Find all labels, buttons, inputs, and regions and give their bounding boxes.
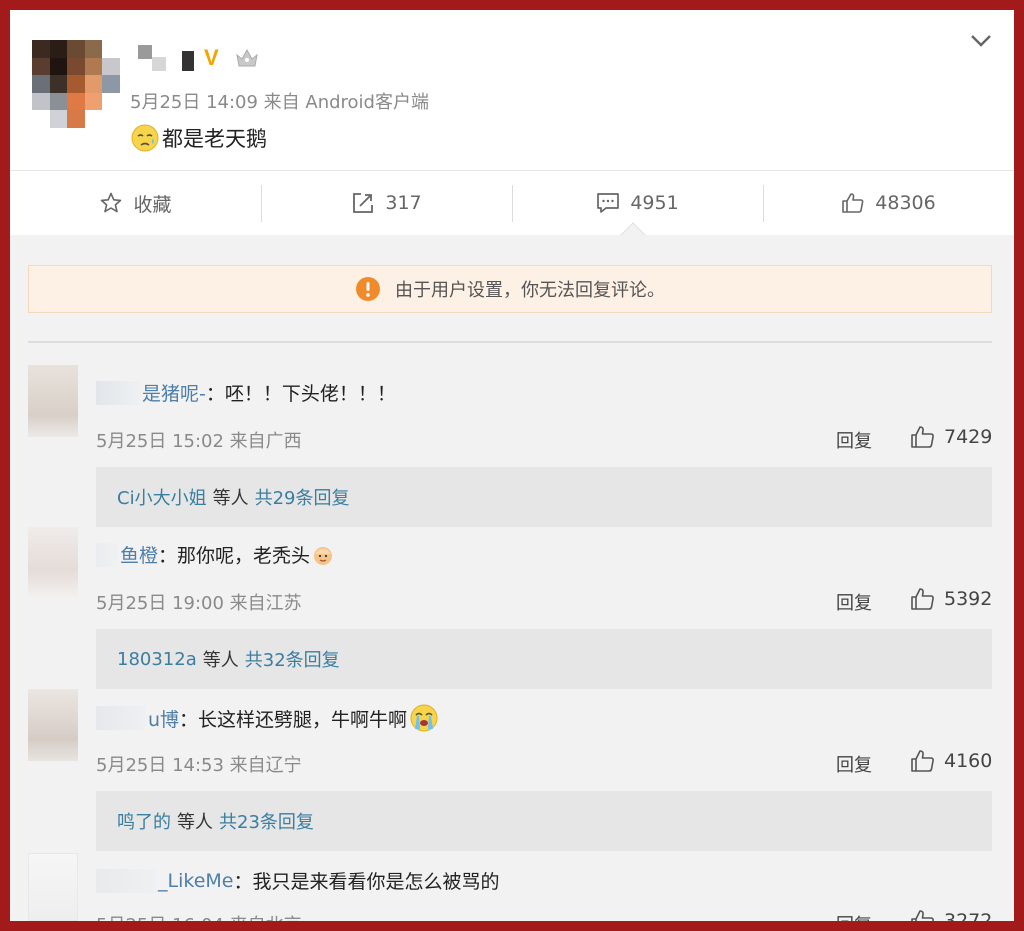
repost-count: 317 (385, 192, 422, 214)
comment-text: ：呸！！下头佬！！！ (205, 383, 396, 405)
sub-reply-count[interactable]: 共29条回复 (255, 484, 350, 510)
comment-meta: 5月25日 15:02 来自广西 (96, 431, 302, 452)
sub-replies[interactable]: Ci小大小姐 等人 共29条回复 (96, 467, 992, 527)
comment-like-count: 4160 (944, 750, 993, 772)
thumbs-up-icon (842, 193, 864, 213)
comment-line: 是猪呢- ：呸！！下头佬！！！ (96, 379, 396, 406)
thumbs-up-icon (911, 426, 934, 448)
reply-button[interactable]: 回复 (836, 911, 872, 921)
blurred-username (96, 706, 146, 730)
crown-icon (236, 48, 258, 67)
comment-meta: 5月25日 19:00 来自江苏 (96, 593, 302, 614)
post-text: 都是老天鹅 (162, 127, 267, 151)
sub-reply-count[interactable]: 共32条回复 (245, 646, 340, 672)
post-card: V 5月25日 14:09 来自 Android客户端 都是老天鹅 收藏 317… (10, 10, 1014, 235)
favorite-label: 收藏 (133, 193, 172, 216)
reply-button[interactable]: 回复 (836, 589, 872, 615)
verified-v-badge: V (204, 45, 219, 70)
commenter-name[interactable]: 是猪呢- (142, 379, 206, 406)
like-count: 48306 (875, 192, 936, 214)
comment-like-count: 3272 (944, 910, 993, 921)
comment-text: ：那你呢，老秃头 (158, 545, 311, 567)
divider (28, 341, 992, 343)
sub-reply-user[interactable]: 鸣了的 (117, 808, 171, 834)
weibo-post-page: V 5月25日 14:09 来自 Android客户端 都是老天鹅 收藏 317… (10, 10, 1014, 921)
comment-text: ：长这样还劈腿，牛啊牛啊 (179, 708, 408, 731)
sub-replies[interactable]: 鸣了的 等人 共23条回复 (96, 791, 992, 851)
commenter-avatar[interactable] (28, 527, 78, 599)
avatar[interactable] (32, 40, 120, 128)
repost-button[interactable]: 317 (261, 171, 512, 235)
comment-like-button[interactable]: 5392 (910, 587, 992, 611)
comment-line: 鱼橙 ：那你呢，老秃头 (96, 541, 334, 568)
reply-restricted-notice: 由于用户设置，你无法回复评论。 (28, 265, 992, 313)
blurred-username (132, 43, 196, 73)
favorite-button[interactable]: 收藏 (10, 171, 261, 235)
star-icon (101, 192, 122, 213)
comment-like-count: 7429 (944, 426, 993, 448)
sub-reply-user[interactable]: Ci小大小姐 (117, 484, 207, 510)
post-action-bar: 收藏 317 4951 48306 (10, 170, 1014, 235)
sub-reply-user[interactable]: 180312a (117, 649, 197, 670)
chevron-down-icon[interactable] (970, 34, 992, 48)
sub-reply-etc: 等人 (202, 650, 239, 671)
commenter-name[interactable]: _LikeMe (158, 870, 233, 892)
blurred-username (96, 380, 140, 405)
comment-button[interactable]: 4951 (512, 171, 763, 235)
comment-text: ：我只是来看看你是怎么被骂的 (233, 871, 500, 893)
notice-text: 由于用户设置，你无法回复评论。 (395, 280, 665, 301)
thumbs-up-icon (911, 910, 934, 921)
commenter-avatar[interactable] (28, 689, 78, 761)
comment-line: _LikeMe ：我只是来看看你是怎么被骂的 (96, 867, 499, 894)
blurred-username (96, 542, 118, 567)
comment-like-button[interactable]: 7429 (910, 425, 992, 449)
post-author-name[interactable]: V (132, 40, 260, 76)
thumbs-up-icon (911, 588, 934, 610)
like-button[interactable]: 48306 (763, 171, 1014, 235)
comment-meta: 5月25日 16:04 来自北京 (96, 911, 302, 921)
comment-like-button[interactable]: 3272 (910, 909, 992, 921)
reply-button[interactable]: 回复 (836, 751, 872, 777)
warning-icon (356, 277, 380, 301)
comment-count: 4951 (630, 192, 679, 214)
bald-head-emoji-icon (314, 546, 333, 565)
sad-emoji-icon (131, 124, 159, 152)
thumbs-up-icon (911, 750, 934, 772)
comment-icon (597, 193, 620, 213)
post-content: 都是老天鹅 (130, 123, 267, 153)
commenter-avatar[interactable] (28, 365, 78, 437)
comment-line: u博 ：长这样还劈腿，牛啊牛啊 (96, 703, 439, 733)
comment-like-count: 5392 (944, 588, 993, 610)
post-meta: 5月25日 14:09 来自 Android客户端 (130, 92, 429, 113)
sub-replies[interactable]: 180312a 等人 共32条回复 (96, 629, 992, 689)
sub-reply-etc: 等人 (212, 488, 249, 509)
commenter-name[interactable]: 鱼橙 (120, 541, 158, 568)
comment-like-button[interactable]: 4160 (910, 749, 992, 773)
comment-meta: 5月25日 14:53 来自辽宁 (96, 755, 302, 776)
sub-reply-etc: 等人 (177, 812, 213, 833)
repost-icon (353, 193, 374, 213)
reply-button[interactable]: 回复 (836, 427, 872, 453)
commenter-name[interactable]: u博 (148, 705, 179, 732)
commenter-avatar[interactable] (28, 853, 78, 921)
blurred-username (96, 868, 156, 893)
crying-emoji-icon (410, 704, 438, 732)
sub-reply-count[interactable]: 共23条回复 (219, 808, 314, 834)
